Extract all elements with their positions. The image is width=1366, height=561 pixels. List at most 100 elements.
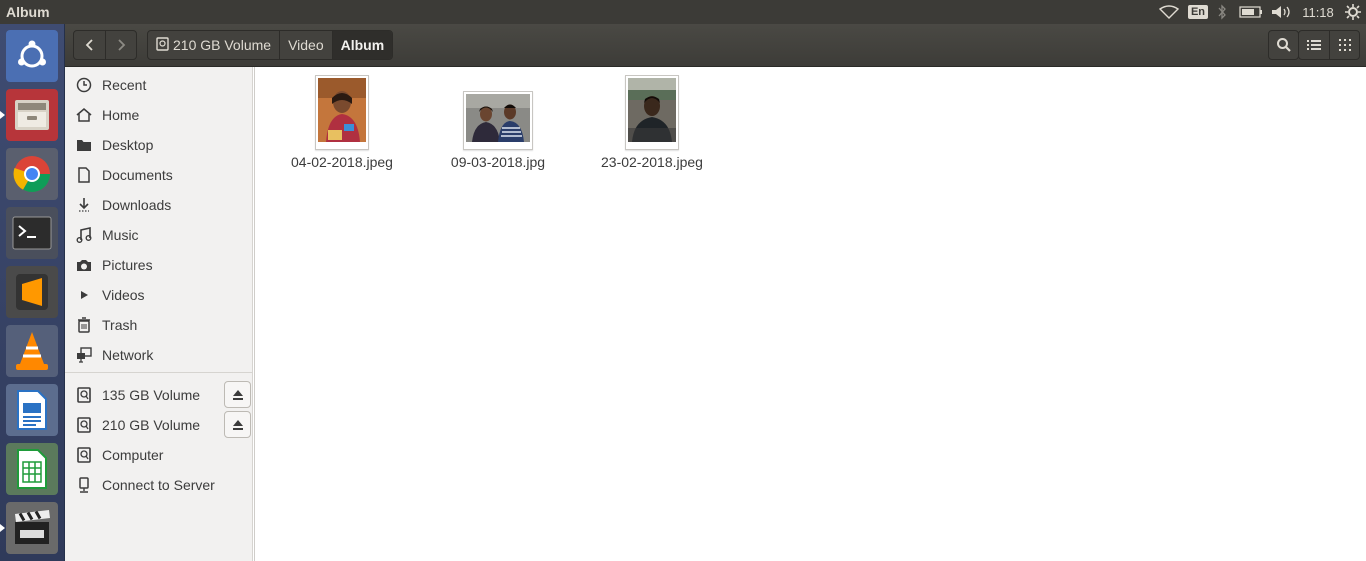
file-name: 23-02-2018.jpeg: [601, 154, 703, 170]
file-name: 04-02-2018.jpeg: [291, 154, 393, 170]
sidebar-item-label: Network: [102, 347, 154, 363]
clock-icon: [75, 76, 93, 94]
vlc-app-icon[interactable]: [6, 325, 58, 377]
sidebar-item-label: Music: [102, 227, 139, 243]
file-item[interactable]: 09-03-2018.jpg: [445, 91, 551, 170]
sidebar: Recent Home Desktop Documents Downloads …: [65, 67, 253, 561]
breadcrumb-label: Album: [340, 37, 385, 53]
network-icon: [75, 346, 93, 364]
eject-icon: [232, 389, 243, 400]
search-icon: [1276, 38, 1291, 52]
sidebar-item-label: Videos: [102, 287, 145, 303]
battery-icon[interactable]: [1234, 0, 1268, 24]
clock[interactable]: 11:18: [1296, 0, 1340, 24]
sidebar-item-label: Recent: [102, 77, 147, 93]
camera-icon: [75, 256, 93, 274]
navigation-buttons: [73, 30, 137, 60]
file-item[interactable]: 04-02-2018.jpeg: [289, 75, 395, 170]
wifi-icon[interactable]: [1152, 0, 1186, 24]
running-indicator: [0, 524, 5, 532]
sidebar-item-label: 210 GB Volume: [102, 417, 201, 433]
chrome-app-icon[interactable]: [6, 148, 58, 200]
libreoffice-writer-app-icon[interactable]: [6, 384, 58, 436]
keyboard-layout-label: En: [1187, 5, 1209, 19]
eject-button[interactable]: [224, 411, 251, 438]
sidebar-item-label: Connect to Server: [102, 477, 215, 493]
home-icon: [75, 106, 93, 124]
sidebar-item-label: Documents: [102, 167, 173, 183]
sidebar-item-label: 135 GB Volume: [102, 387, 201, 403]
indicator-area: En 11:18: [1152, 0, 1366, 24]
file-view: 04-02-2018.jpeg 09-03-2018.jpg 23-02-201…: [254, 67, 1366, 561]
sidebar-item-135gb-volume[interactable]: 135 GB Volume: [65, 380, 253, 410]
sidebar-item-trash[interactable]: Trash: [65, 310, 253, 340]
document-icon: [75, 166, 93, 184]
breadcrumb-210gb-volume[interactable]: 210 GB Volume: [148, 31, 279, 59]
video-editor-app-icon[interactable]: [6, 502, 58, 554]
window-title: Album: [6, 4, 50, 20]
volume-icon[interactable]: [1268, 0, 1296, 24]
sidebar-item-label: Computer: [102, 447, 164, 463]
breadcrumb-video[interactable]: Video: [279, 31, 332, 59]
sidebar-item-connect-to-server[interactable]: Connect to Server: [65, 470, 253, 500]
breadcrumb-label: 210 GB Volume: [173, 37, 272, 53]
video-icon: [75, 286, 93, 304]
sidebar-item-210gb-volume[interactable]: 210 GB Volume: [65, 410, 253, 440]
eject-button[interactable]: [224, 381, 251, 408]
drive-icon: [75, 416, 93, 434]
sidebar-item-pictures[interactable]: Pictures: [65, 250, 253, 280]
menu-button[interactable]: [1329, 31, 1359, 59]
sidebar-item-computer[interactable]: Computer: [65, 440, 253, 470]
system-gear-icon[interactable]: [1340, 0, 1366, 24]
back-button[interactable]: [74, 31, 105, 59]
keyboard-layout-indicator[interactable]: En: [1186, 0, 1210, 24]
libreoffice-calc-app-icon[interactable]: [6, 443, 58, 495]
launcher: [0, 24, 65, 561]
sidebar-item-label: Pictures: [102, 257, 153, 273]
sidebar-item-home[interactable]: Home: [65, 100, 253, 130]
file-name: 09-03-2018.jpg: [450, 154, 546, 170]
music-icon: [75, 226, 93, 244]
sidebar-item-videos[interactable]: Videos: [65, 280, 253, 310]
breadcrumb-label: Video: [288, 37, 324, 53]
image-thumbnail: [315, 75, 369, 150]
trash-icon: [75, 316, 93, 334]
download-icon: [75, 196, 93, 214]
file-item[interactable]: 23-02-2018.jpeg: [599, 75, 705, 170]
running-indicator: [0, 111, 5, 119]
sidebar-item-music[interactable]: Music: [65, 220, 253, 250]
files-app-icon[interactable]: [6, 89, 58, 141]
drive-icon: [75, 386, 93, 404]
search-button[interactable]: [1268, 30, 1299, 60]
sidebar-item-desktop[interactable]: Desktop: [65, 130, 253, 160]
view-toggle: [1298, 30, 1360, 60]
sidebar-item-label: Desktop: [102, 137, 154, 153]
folder-icon: [75, 136, 93, 154]
eject-icon: [232, 419, 243, 430]
sidebar-item-network[interactable]: Network: [65, 340, 253, 370]
sidebar-item-label: Downloads: [102, 197, 172, 213]
list-view-icon: [1307, 40, 1321, 50]
breadcrumb-album[interactable]: Album: [331, 31, 393, 59]
drive-icon: [75, 446, 93, 464]
bluetooth-icon[interactable]: [1210, 0, 1234, 24]
image-thumbnail: [625, 75, 679, 150]
image-thumbnail: [463, 91, 533, 150]
server-icon: [75, 476, 93, 494]
sidebar-item-recent[interactable]: Recent: [65, 70, 253, 100]
terminal-app-icon[interactable]: [6, 207, 58, 259]
breadcrumb: 210 GB Volume Video Album: [147, 30, 394, 60]
drive-icon: [156, 36, 169, 54]
sidebar-item-label: Home: [102, 107, 140, 123]
sidebar-item-label: Trash: [102, 317, 138, 333]
list-view-button[interactable]: [1299, 31, 1329, 59]
sidebar-divider: [65, 372, 253, 373]
sidebar-item-documents[interactable]: Documents: [65, 160, 253, 190]
header-bar: 210 GB Volume Video Album: [65, 24, 1366, 67]
grid-dots-icon: [1338, 39, 1351, 51]
ubuntu-dash-icon[interactable]: [6, 30, 58, 82]
top-panel: Album En 11:18: [0, 0, 1366, 24]
forward-button[interactable]: [105, 31, 136, 59]
sidebar-item-downloads[interactable]: Downloads: [65, 190, 253, 220]
sublime-text-app-icon[interactable]: [6, 266, 58, 318]
